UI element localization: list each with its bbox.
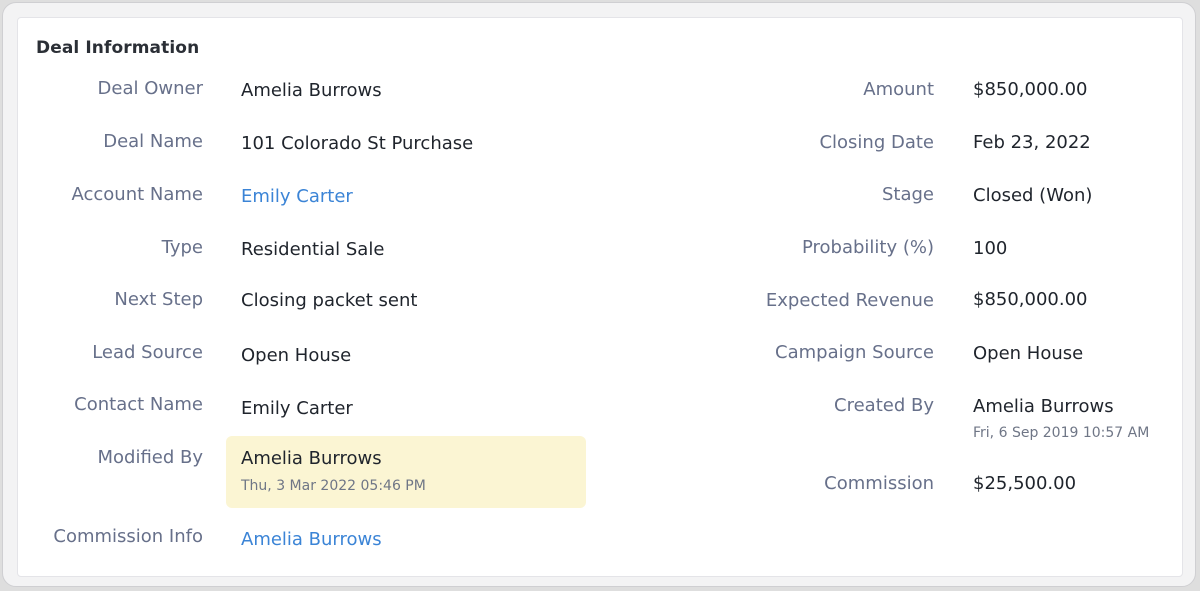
commission-info-link[interactable]: Amelia Burrows — [241, 529, 382, 550]
modified-by-label: Modified By — [97, 447, 203, 468]
modified-by-value: Amelia Burrows — [241, 448, 382, 469]
campaign-source-label: Campaign Source — [775, 342, 934, 363]
lead-source-label: Lead Source — [92, 342, 203, 363]
deal-name-label: Deal Name — [103, 131, 203, 152]
amount-value: $850,000.00 — [973, 79, 1088, 100]
account-name-label: Account Name — [71, 184, 203, 205]
closing-date-label: Closing Date — [819, 132, 934, 153]
contact-name-value: Emily Carter — [241, 398, 353, 419]
campaign-source-value: Open House — [973, 343, 1084, 364]
commission-info-label: Commission Info — [53, 526, 203, 547]
type-value: Residential Sale — [241, 239, 385, 260]
next-step-value: Closing packet sent — [241, 290, 418, 311]
section-title: Deal Information — [36, 38, 200, 58]
deal-owner-label: Deal Owner — [97, 78, 203, 99]
expected-revenue-value: $850,000.00 — [973, 289, 1088, 310]
deal-owner-value: Amelia Burrows — [241, 80, 382, 101]
modified-by-highlight — [226, 436, 586, 508]
probability-label: Probability (%) — [801, 237, 934, 258]
created-by-value: Amelia Burrows — [973, 396, 1114, 417]
expected-revenue-label: Expected Revenue — [765, 290, 934, 311]
created-by-label: Created By — [834, 395, 934, 416]
type-label: Type — [161, 237, 203, 258]
contact-name-label: Contact Name — [74, 394, 203, 415]
window-frame: Deal Information Deal Owner Amelia Burro… — [2, 2, 1196, 587]
probability-value: 100 — [973, 238, 1008, 259]
amount-label: Amount — [863, 79, 934, 100]
stage-value: Closed (Won) — [973, 185, 1093, 206]
commission-value: $25,500.00 — [973, 473, 1077, 494]
modified-by-timestamp: Thu, 3 Mar 2022 05:46 PM — [241, 478, 426, 494]
commission-label: Commission — [824, 473, 934, 494]
deal-name-value: 101 Colorado St Purchase — [241, 133, 474, 154]
closing-date-value: Feb 23, 2022 — [973, 132, 1091, 153]
next-step-label: Next Step — [114, 289, 203, 310]
account-name-link[interactable]: Emily Carter — [241, 186, 353, 207]
lead-source-value: Open House — [241, 345, 352, 366]
deal-information-card: Deal Information Deal Owner Amelia Burro… — [17, 17, 1183, 577]
stage-label: Stage — [881, 184, 934, 205]
created-by-timestamp: Fri, 6 Sep 2019 10:57 AM — [973, 425, 1150, 441]
